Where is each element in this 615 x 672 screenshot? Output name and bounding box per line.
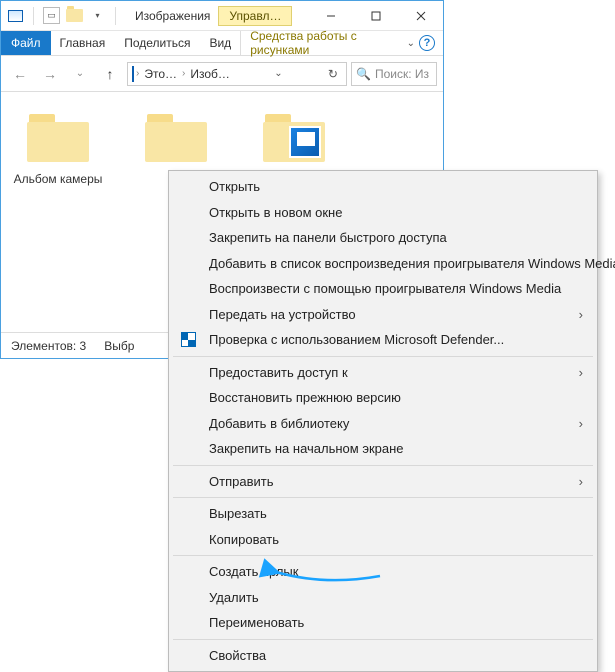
tab-view[interactable]: Вид xyxy=(200,31,241,55)
submenu-arrow-icon: › xyxy=(579,365,583,380)
chevron-right-icon[interactable]: › xyxy=(182,68,185,79)
close-button[interactable] xyxy=(398,1,443,30)
manage-contextual-tab[interactable]: Управл… xyxy=(218,6,292,26)
menu-restore-previous[interactable]: Восстановить прежнюю версию xyxy=(169,385,597,411)
qat-properties-icon[interactable]: ▭ xyxy=(43,7,60,24)
tab-picture-tools[interactable]: Средства работы с рисунками xyxy=(241,31,398,55)
menu-separator xyxy=(173,356,593,357)
menu-open[interactable]: Открыть xyxy=(169,174,597,200)
breadcrumb-root-icon xyxy=(132,67,134,81)
qat-customize-icon[interactable]: ▾ xyxy=(89,7,106,24)
menu-separator xyxy=(173,465,593,466)
minimize-button[interactable] xyxy=(308,1,353,30)
submenu-arrow-icon: › xyxy=(579,307,583,322)
folder-icon xyxy=(259,110,329,166)
submenu-arrow-icon: › xyxy=(579,474,583,489)
titlebar: ▭ ▾ Изображения Управл… xyxy=(1,1,443,31)
menu-send-to[interactable]: Отправить› xyxy=(169,469,597,495)
menu-pin-start[interactable]: Закрепить на начальном экране xyxy=(169,436,597,462)
address-bar[interactable]: › Это… › Изоб… ⌄ ↻ xyxy=(127,62,347,86)
app-icon xyxy=(7,7,24,24)
menu-play-wmp[interactable]: Воспроизвести с помощью проигрывателя Wi… xyxy=(169,276,597,302)
menu-copy[interactable]: Копировать xyxy=(169,527,597,553)
menu-rename[interactable]: Переименовать xyxy=(169,610,597,636)
breadcrumb-current[interactable]: Изоб… xyxy=(187,67,233,81)
menu-cut[interactable]: Вырезать xyxy=(169,501,597,527)
breadcrumb-root[interactable]: Это… xyxy=(141,67,180,81)
maximize-button[interactable] xyxy=(353,1,398,30)
ribbon-expand-icon[interactable]: ⌄ xyxy=(407,38,415,49)
menu-separator xyxy=(173,639,593,640)
folder-icon xyxy=(23,110,93,166)
address-dropdown-icon[interactable]: ⌄ xyxy=(270,68,286,79)
nav-up-button[interactable]: ↑ xyxy=(97,61,123,87)
defender-shield-icon xyxy=(179,331,197,349)
menu-cast-device[interactable]: Передать на устройство› xyxy=(169,302,597,328)
menu-separator xyxy=(173,555,593,556)
search-input[interactable]: 🔍 Поиск: Из xyxy=(351,62,437,86)
menu-delete[interactable]: Удалить xyxy=(169,585,597,611)
menu-give-access[interactable]: Предоставить доступ к› xyxy=(169,360,597,386)
tab-share[interactable]: Поделиться xyxy=(115,31,200,55)
nav-back-button[interactable]: ← xyxy=(7,61,33,87)
context-menu: Открыть Открыть в новом окне Закрепить н… xyxy=(168,170,598,672)
folder-label: Альбом камеры xyxy=(14,172,103,186)
folder-item-screenshots[interactable] xyxy=(249,110,339,172)
nav-forward-button: → xyxy=(37,61,63,87)
menu-create-shortcut[interactable]: Создать ярлык xyxy=(169,559,597,585)
refresh-icon[interactable]: ↻ xyxy=(324,67,342,81)
ribbon-tabs: Файл Главная Поделиться Вид Средства раб… xyxy=(1,31,443,56)
chevron-right-icon[interactable]: › xyxy=(136,68,139,79)
search-icon: 🔍 xyxy=(356,67,371,81)
nav-recent-dropdown[interactable]: ⌄ xyxy=(67,61,93,87)
status-item-count: Элементов: 3 xyxy=(11,339,86,353)
menu-open-new-window[interactable]: Открыть в новом окне xyxy=(169,200,597,226)
menu-pin-quick-access[interactable]: Закрепить на панели быстрого доступа xyxy=(169,225,597,251)
help-icon[interactable]: ? xyxy=(419,35,435,51)
menu-add-library[interactable]: Добавить в библиотеку› xyxy=(169,411,597,437)
submenu-arrow-icon: › xyxy=(579,416,583,431)
menu-defender-scan[interactable]: Проверка с использованием Microsoft Defe… xyxy=(169,327,597,353)
menu-separator xyxy=(173,497,593,498)
menu-properties[interactable]: Свойства xyxy=(169,643,597,669)
navigation-bar: ← → ⌄ ↑ › Это… › Изоб… ⌄ ↻ 🔍 Поиск: Из xyxy=(1,56,443,92)
qat-folder-icon[interactable] xyxy=(66,7,83,24)
search-placeholder: Поиск: Из xyxy=(375,67,429,81)
window-title: Изображения xyxy=(125,9,210,23)
folder-item-camera-roll[interactable]: Альбом камеры xyxy=(13,110,103,186)
tab-file[interactable]: Файл xyxy=(1,31,51,55)
tab-home[interactable]: Главная xyxy=(51,31,116,55)
folder-icon xyxy=(141,110,211,166)
status-selection: Выбр xyxy=(104,339,134,353)
menu-add-wmp-list[interactable]: Добавить в список воспроизведения проигр… xyxy=(169,251,597,277)
